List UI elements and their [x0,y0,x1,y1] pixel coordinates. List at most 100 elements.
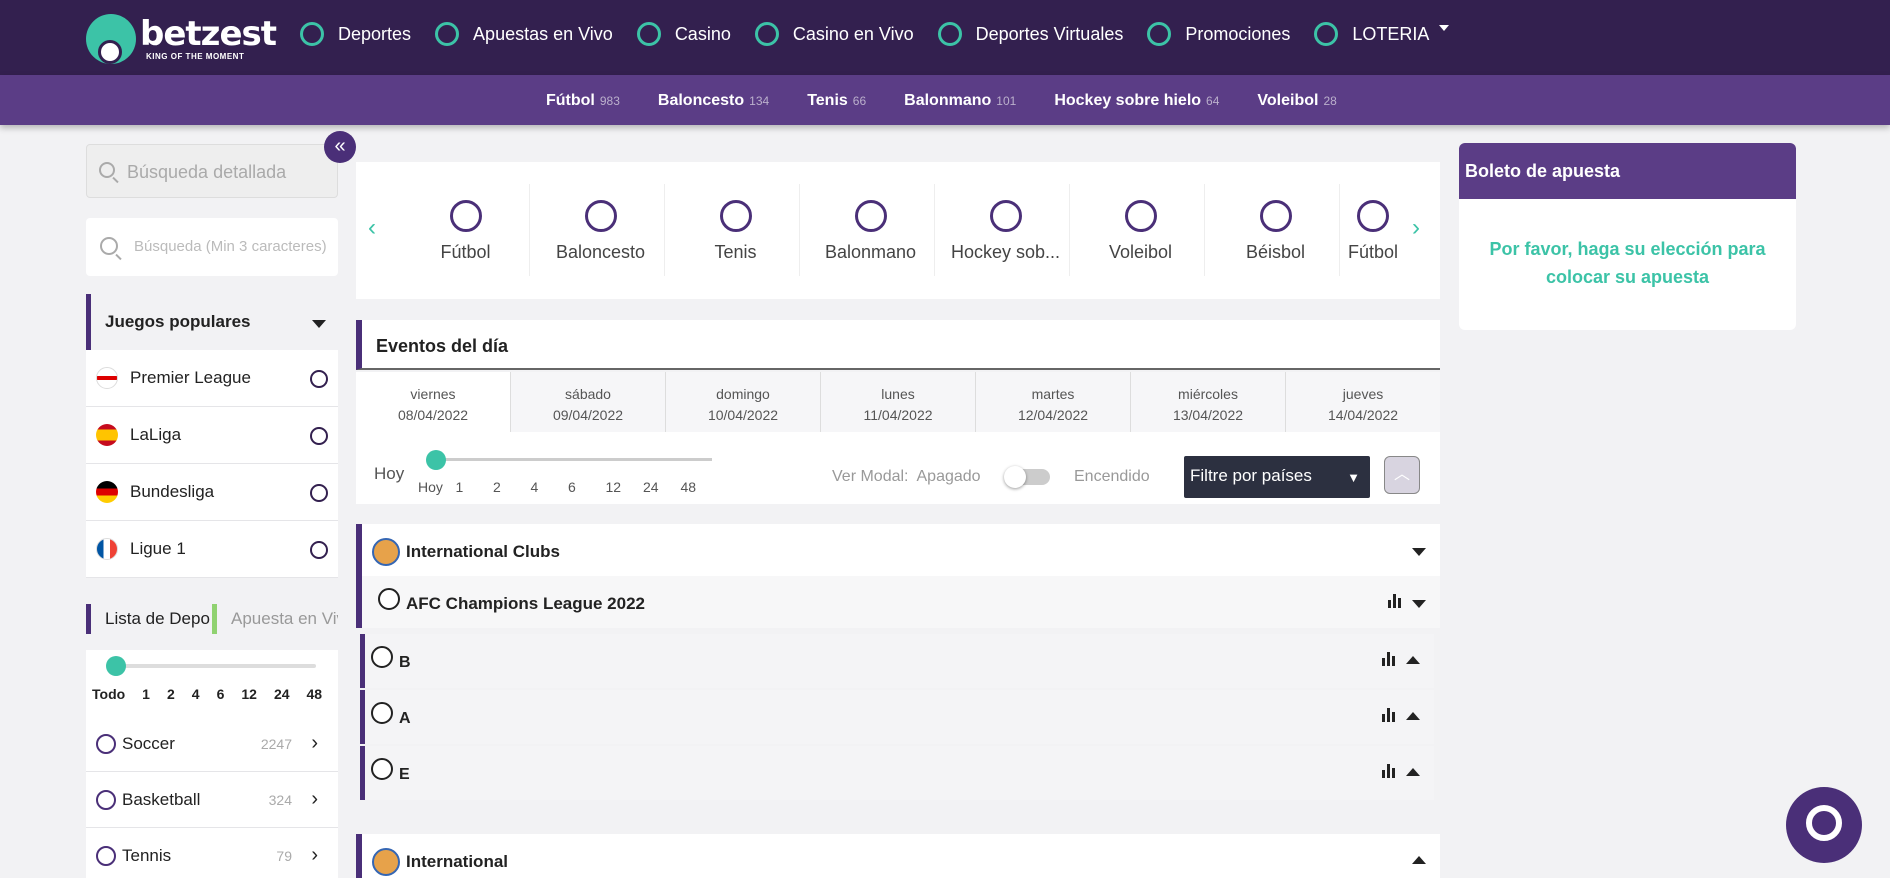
collapse-up-button[interactable]: ︿ [1384,456,1420,494]
day-tab[interactable]: miércoles 13/04/2022 [1131,372,1286,432]
soccer-icon [371,646,393,668]
group-international[interactable]: International [356,834,1440,878]
left-tabs: Lista de Deportes Apuesta en Vivo [86,604,338,640]
tab-sports-list[interactable]: Lista de Deportes [86,604,211,634]
modal-toggle[interactable] [1004,466,1050,488]
popular-item-premier-league[interactable]: Premier League [86,350,338,407]
soccer-icon [371,758,393,780]
nav-apuestas-en-vivo[interactable]: Apuestas en Vivo [435,22,613,46]
stats-icon[interactable] [1388,594,1404,608]
carousel-item-balonmano[interactable]: Balonmano [803,200,938,263]
chevron-right-icon: › [311,844,318,866]
group-international-clubs[interactable]: International Clubs [356,524,1440,576]
chevron-up-icon [1406,768,1420,776]
chevron-down-icon [1439,25,1450,31]
carousel-prev-button[interactable]: ‹ [368,214,376,242]
subgroup-b[interactable]: B [360,634,1434,688]
sport-item-soccer[interactable]: Soccer 2247 › [86,716,338,772]
sport-item-tennis[interactable]: Tennis 79 › [86,828,338,878]
collapse-sidebar-button[interactable]: « [324,131,356,163]
tab-live-betting[interactable]: Apuesta en Vivo [212,604,338,634]
country-filter-select[interactable]: Filtre por países ▼ [1184,456,1370,498]
soccer-icon [310,370,328,388]
nav-loteria[interactable]: LOTERIA [1314,22,1450,46]
soccer-icon [310,541,328,559]
subnav-futbol[interactable]: Fútbol 983 [546,92,620,110]
soccer-icon [300,22,324,46]
carousel-item-voleibol[interactable]: Voleibol [1073,200,1208,263]
chevron-up-icon [1406,656,1420,664]
on-label: Encendido [1074,468,1150,485]
gamepad-icon [937,22,962,46]
hours-slider-track[interactable] [436,458,712,461]
subnav-voleibol[interactable]: Voleibol 28 [1257,92,1336,110]
betzest-logo[interactable]: betzest KING OF THE MOMENT [86,8,277,68]
ver-modal-label: Ver Modal: Apagado [832,468,981,485]
tennis-icon [96,845,116,866]
globe-icon [372,538,400,566]
chevron-down-icon: ▼ [1347,470,1360,485]
chat-icon [1806,805,1842,841]
carousel-item-baloncesto[interactable]: Baloncesto [533,200,668,263]
chevron-right-icon: › [311,788,318,810]
slider-handle[interactable] [106,656,126,676]
top-navbar: betzest KING OF THE MOMENT Deportes Apue… [0,0,1890,75]
bet-slip-message: Por favor, haga su elección para colocar… [1489,239,1766,287]
stats-icon[interactable] [1382,708,1398,722]
live-casino-icon [754,22,779,46]
popular-header[interactable]: Juegos populares [86,294,338,350]
day-tab[interactable]: jueves 14/04/2022 [1286,372,1440,432]
sport-carousel: ‹ Fútbol Baloncesto Tenis Balonmano Hock… [356,162,1440,299]
carousel-item-hockey[interactable]: Hockey sob... [938,200,1073,263]
hours-slider-handle[interactable] [426,450,446,470]
chevron-down-icon [1412,600,1426,608]
carousel-item-tenis[interactable]: Tenis [668,200,803,263]
hockey-icon [989,200,1022,232]
chevron-up-icon [1406,712,1420,720]
subnav-baloncesto[interactable]: Baloncesto 134 [658,92,769,110]
basketball-icon [584,200,617,232]
carousel-item-futbol-2[interactable]: Fútbol [1343,200,1403,263]
chevron-down-icon [312,320,326,328]
subnav-tenis[interactable]: Tenis 66 [807,92,866,110]
nav-casino[interactable]: Casino [636,22,731,46]
chevron-down-icon [1412,548,1426,556]
detailed-search-input[interactable]: Búsqueda detallada [86,144,338,198]
subgroup-a[interactable]: A [360,690,1434,744]
day-tab[interactable]: sábado 09/04/2022 [511,372,666,432]
subnav-balonmano[interactable]: Balonmano 101 [904,92,1016,110]
carousel-next-button[interactable]: › [1412,214,1420,242]
nav-deportes-virtuales[interactable]: Deportes Virtuales [937,22,1123,46]
sport-item-basketball[interactable]: Basketball 324 › [86,772,338,828]
stats-icon[interactable] [1382,652,1398,666]
spain-flag-icon [96,424,118,446]
day-tab[interactable]: martes 12/04/2022 [976,372,1131,432]
chat-button[interactable] [1786,787,1862,863]
day-tab[interactable]: lunes 11/04/2022 [821,372,976,432]
popular-item-ligue-1[interactable]: Ligue 1 [86,521,338,578]
subgroup-e[interactable]: E [360,746,1434,800]
nav-casino-en-vivo[interactable]: Casino en Vivo [754,22,914,46]
day-tab[interactable]: viernes 08/04/2022 [356,372,511,432]
group-afc-champions-league[interactable]: AFC Champions League 2022 [356,576,1440,628]
subnav-hockey[interactable]: Hockey sobre hielo 64 [1054,92,1219,110]
stats-icon[interactable] [1382,764,1398,778]
search-input[interactable]: Búsqueda (Min 3 caracteres) [86,218,338,276]
nav-deportes[interactable]: Deportes [300,22,411,46]
popular-item-bundesliga[interactable]: Bundesliga [86,464,338,521]
popular-item-laliga[interactable]: LaLiga [86,407,338,464]
germany-flag-icon [96,481,118,503]
handball-icon [854,200,887,232]
basketball-icon [96,789,116,810]
main-nav: Deportes Apuestas en Vivo Casino Casino … [300,22,1473,46]
chevron-up-icon [1412,856,1426,864]
bet-slip-title: Boleto de apuesta [1459,143,1796,199]
nav-promociones[interactable]: Promociones [1147,22,1290,46]
england-flag-icon [96,367,118,389]
france-flag-icon [96,538,118,560]
events-header: Eventos del día [356,320,1440,370]
search-icon [100,237,118,255]
day-tab[interactable]: domingo 10/04/2022 [666,372,821,432]
carousel-item-futbol[interactable]: Fútbol [398,200,533,263]
carousel-item-beisbol[interactable]: Béisbol [1208,200,1343,263]
